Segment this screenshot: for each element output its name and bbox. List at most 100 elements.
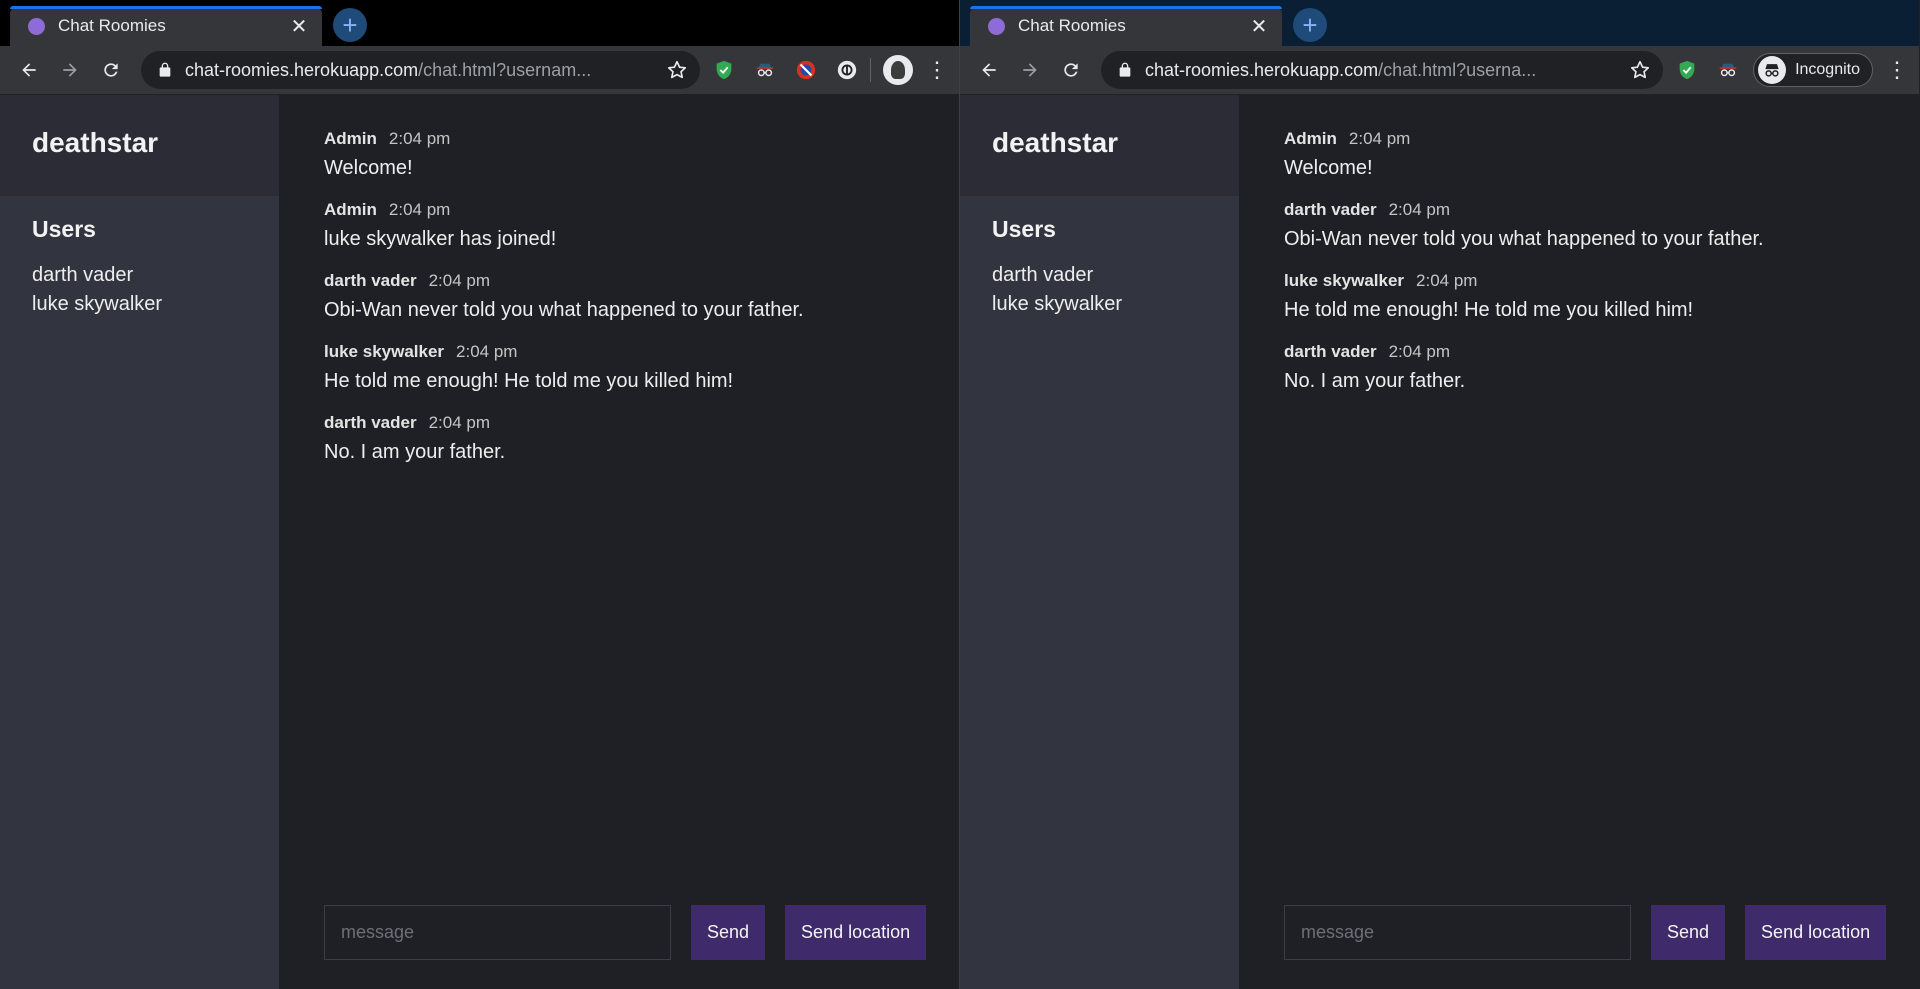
message-author: darth vader [324,413,417,432]
bookmark-star-icon[interactable] [666,59,688,81]
message-item: darth vader 2:04 pm Obi-Wan never told yo… [324,271,914,322]
message-text: He told me enough! He told me you killed… [1284,299,1694,321]
message-author: Admin [324,200,377,219]
message-text: Obi-Wan never told you what happened to … [1284,228,1764,250]
browser-window-incognito: Chat Roomies ✕ + chat-roomies.herokuapp.… [960,0,1919,989]
message-input[interactable] [324,905,671,960]
lock-icon [1119,62,1131,77]
incognito-badge[interactable]: Incognito [1753,53,1873,87]
send-location-button[interactable]: Send location [1745,905,1887,960]
browser-toolbar: chat-roomies.herokuapp.com/chat.html?use… [0,46,959,95]
forward-button[interactable] [53,53,87,87]
message-text: Obi-Wan never told you what happened to … [324,299,804,321]
room-header: deathstar [960,95,1239,196]
send-button[interactable]: Send [1651,905,1726,960]
message-time: 2:04 pm [456,342,518,361]
message-input[interactable] [1284,905,1631,960]
address-bar[interactable]: chat-roomies.herokuapp.com/chat.html?use… [141,51,700,89]
back-button[interactable] [12,53,46,87]
browser-window-normal: Chat Roomies ✕ + chat-roomies.herokuapp.… [0,0,960,989]
close-icon[interactable]: ✕ [1248,14,1270,39]
room-title: deathstar [32,127,159,158]
bookmark-star-icon[interactable] [1629,59,1651,81]
message-time: 2:04 pm [388,200,451,219]
send-button[interactable]: Send [691,905,766,960]
arrow-right-icon [1023,63,1037,77]
message-author: luke skywalker [1284,271,1405,290]
message-time: 2:04 pm [1416,271,1478,290]
reload-button[interactable] [1054,53,1088,87]
back-button[interactable] [972,53,1006,87]
tab-chat-roomies[interactable]: Chat Roomies ✕ [10,6,322,46]
room-title: deathstar [992,127,1119,158]
chat-sidebar: deathstar Users darth vader luke skywalk… [0,95,279,989]
message-text: No. I am your father. [1284,370,1466,392]
address-bar[interactable]: chat-roomies.herokuapp.com/chat.html?use… [1101,51,1664,89]
reload-icon [104,63,118,77]
message-time: 2:04 pm [1388,200,1451,219]
message-author: darth vader [324,271,417,290]
tab-strip: Chat Roomies ✕ + [0,0,959,46]
message-item: darth vader 2:04 pm No. I am your father. [1284,342,1874,393]
browser-menu-icon[interactable]: ⋮ [923,53,951,87]
tab-strip: Chat Roomies ✕ + [960,0,1919,46]
message-time: 2:04 pm [388,129,451,148]
user-list: darth vader luke skywalker [960,243,1239,319]
user-item: darth vader [992,264,1094,286]
message-text: Welcome! [324,157,413,179]
tab-title: Chat Roomies [58,16,166,35]
message-item: darth vader 2:04 pm No. I am your father. [324,413,914,464]
tab-title: Chat Roomies [1018,16,1126,35]
user-item: darth vader [32,264,134,286]
message-text: Welcome! [1284,157,1373,179]
close-icon[interactable]: ✕ [288,14,310,39]
user-item: luke skywalker [32,293,163,315]
chat-page: deathstar Users darth vader luke skywalk… [0,95,959,989]
chat-main: Admin 2:04 pm Welcome! darth vader 2:04 pm… [1239,95,1919,989]
incognito-icon [1758,56,1787,84]
message-item: Admin 2:04 pm luke skywalker has joined! [324,200,914,251]
profile-avatar-icon[interactable] [883,55,913,85]
message-list: Admin 2:04 pm Welcome! Admin 2:04 pm luke … [279,95,959,885]
blocker-extension-icon[interactable] [789,53,823,87]
message-item: darth vader 2:04 pm Obi-Wan never told yo… [1284,200,1874,251]
reload-button[interactable] [94,53,128,87]
message-text: luke skywalker has joined! [324,228,557,250]
message-item: Admin 2:04 pm Welcome! [324,129,914,180]
chat-sidebar: deathstar Users darth vader luke skywalk… [960,95,1239,989]
message-time: 2:04 pm [1388,342,1451,361]
arrow-left-icon [22,63,36,77]
arrow-left-icon [982,63,996,77]
message-author: darth vader [1284,200,1377,219]
message-item: Admin 2:04 pm Welcome! [1284,129,1874,180]
browser-toolbar: chat-roomies.herokuapp.com/chat.html?use… [960,46,1919,95]
lock-icon [159,62,171,77]
users-heading: Users [992,216,1056,242]
message-author: Admin [324,129,377,148]
url-text: chat-roomies.herokuapp.com/chat.html?use… [1145,59,1537,80]
reload-icon [1064,63,1078,77]
send-location-button[interactable]: Send location [785,905,927,960]
user-item: luke skywalker [992,293,1123,315]
favicon-icon [28,17,45,35]
spy-extension-icon[interactable] [748,53,782,87]
forward-button[interactable] [1013,53,1047,87]
message-time: 2:04 pm [428,413,491,432]
toolbar-divider [870,58,871,82]
message-text: No. I am your father. [324,441,506,463]
browser-menu-icon[interactable]: ⋮ [1883,53,1911,87]
new-tab-button[interactable]: + [333,8,367,42]
chat-page: deathstar Users darth vader luke skywalk… [960,95,1919,989]
tab-chat-roomies[interactable]: Chat Roomies ✕ [970,6,1282,46]
circle-extension-icon[interactable] [830,53,864,87]
shield-extension-icon[interactable] [1670,53,1704,87]
shield-extension-icon[interactable] [707,53,741,87]
message-author: darth vader [1284,342,1377,361]
new-tab-button[interactable]: + [1293,8,1327,42]
users-heading: Users [32,216,96,242]
arrow-right-icon [63,63,77,77]
message-list: Admin 2:04 pm Welcome! darth vader 2:04 pm… [1239,95,1919,885]
message-item: luke skywalker 2:04 pm He told me enough!… [1284,271,1874,322]
message-author: luke skywalker [324,342,445,361]
spy-extension-icon[interactable] [1711,53,1745,87]
